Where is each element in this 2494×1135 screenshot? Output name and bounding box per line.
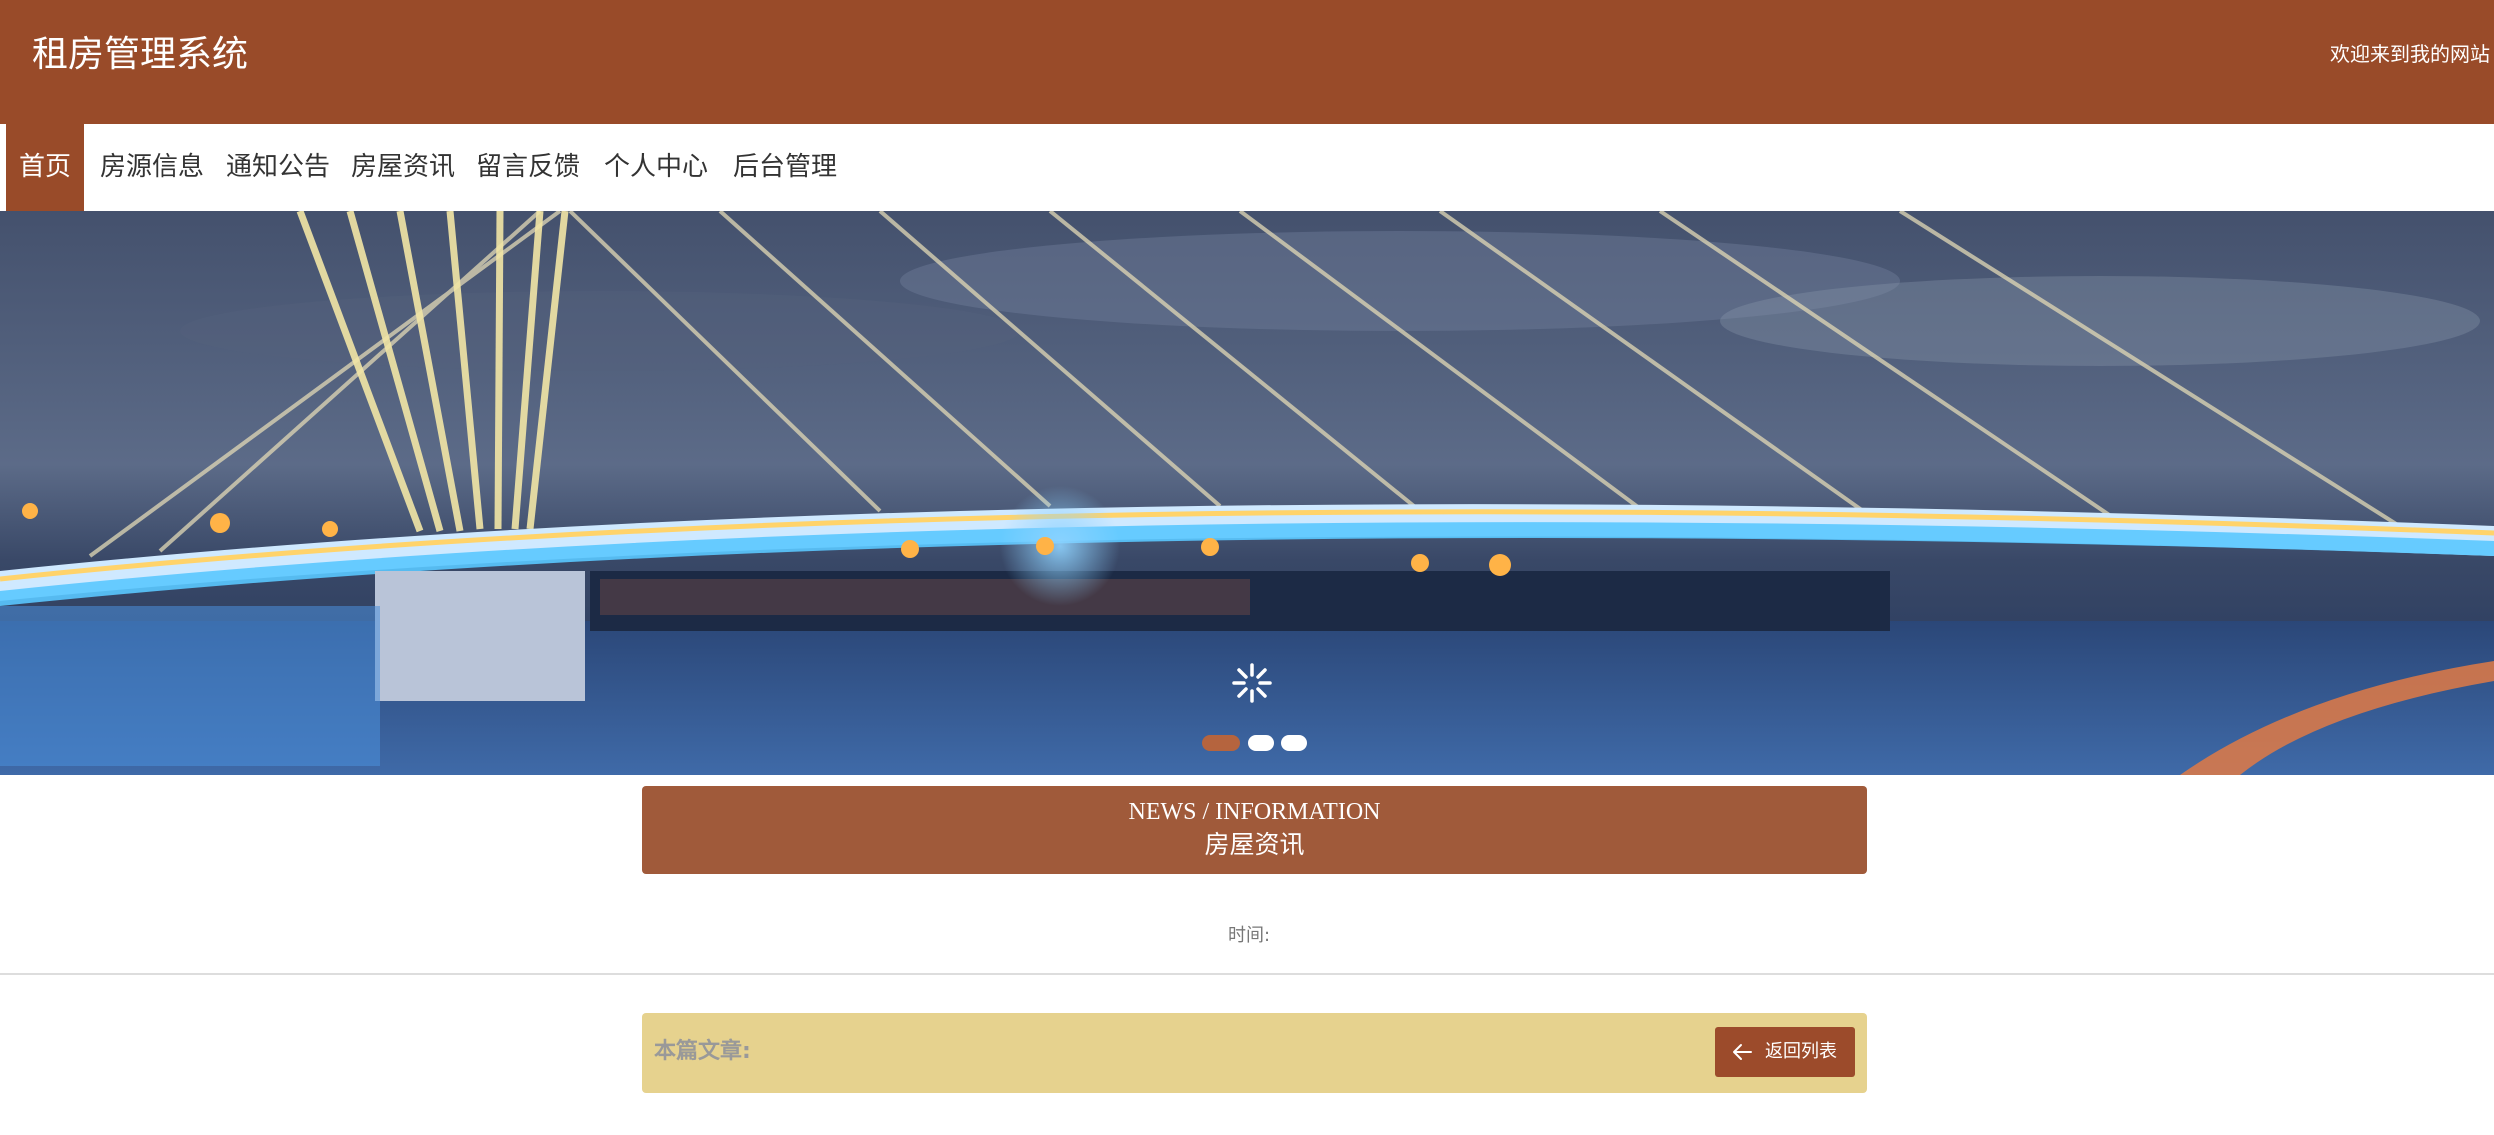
arrow-left-icon bbox=[1733, 1044, 1752, 1060]
site-title: 租房管理系统 bbox=[32, 34, 249, 75]
welcome-text: 欢迎来到我的网站 bbox=[2330, 42, 2490, 66]
article-time-label: 时间: bbox=[1228, 925, 1271, 946]
loading-spinner-icon bbox=[1232, 663, 1272, 703]
news-title-en: NEWS / INFORMATION bbox=[1128, 799, 1381, 825]
carousel-dot-2[interactable] bbox=[1248, 735, 1274, 751]
carousel-dot-3[interactable] bbox=[1281, 735, 1307, 751]
nav-item-home[interactable]: 首页 bbox=[6, 124, 84, 211]
article-nav-bar: 本篇文章: 返回列表 bbox=[642, 1013, 1867, 1093]
main-nav: 首页 房源信息 通知公告 房屋资讯 留言反馈 个人中心 后台管理 bbox=[0, 124, 2494, 211]
nav-item-housing-news[interactable]: 房屋资讯 bbox=[351, 124, 455, 211]
nav-item-feedback[interactable]: 留言反馈 bbox=[476, 124, 580, 211]
nav-item-admin[interactable]: 后台管理 bbox=[733, 124, 837, 211]
back-to-list-label: 返回列表 bbox=[1765, 1041, 1837, 1062]
nav-item-notices[interactable]: 通知公告 bbox=[226, 124, 330, 211]
current-article-label: 本篇文章: bbox=[654, 1039, 751, 1064]
nav-item-profile[interactable]: 个人中心 bbox=[604, 124, 708, 211]
carousel-dot-1[interactable] bbox=[1202, 735, 1240, 751]
nav-item-listings[interactable]: 房源信息 bbox=[100, 124, 204, 211]
divider bbox=[0, 973, 2494, 975]
back-to-list-button[interactable]: 返回列表 bbox=[1715, 1027, 1855, 1077]
news-section-header: NEWS / INFORMATION 房屋资讯 bbox=[642, 786, 1867, 874]
banner-carousel[interactable] bbox=[0, 211, 2494, 775]
news-title-cn: 房屋资讯 bbox=[1204, 832, 1305, 859]
top-header: 租房管理系统 欢迎来到我的网站 bbox=[0, 0, 2494, 124]
